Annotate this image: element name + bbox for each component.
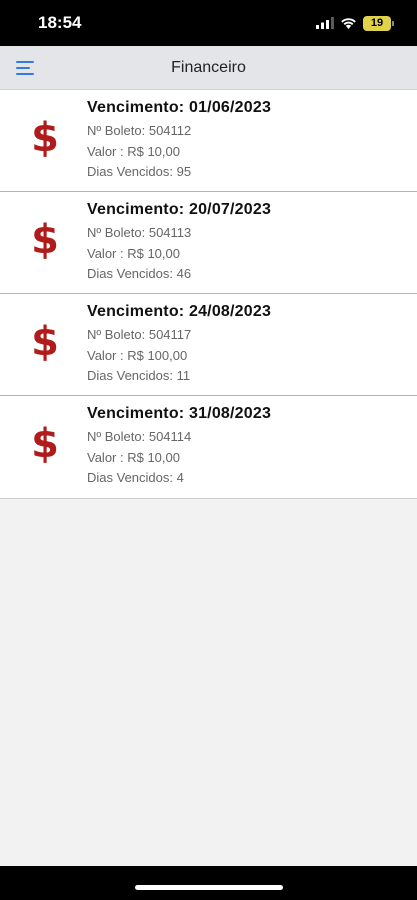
page-title: Financeiro	[171, 59, 246, 76]
due-date: Vencimento: 24/08/2023	[87, 303, 272, 320]
home-indicator[interactable]	[135, 885, 283, 890]
dollar-sign-icon: $	[31, 421, 59, 467]
days-overdue: Dias Vencidos: 46	[87, 266, 192, 281]
home-indicator-area	[0, 866, 417, 900]
status-icons: 19	[316, 15, 394, 31]
due-date: Vencimento: 31/08/2023	[87, 405, 272, 422]
wifi-icon	[341, 18, 356, 29]
dollar-sign-icon: $	[31, 319, 59, 365]
boleto-value: Valor : R$ 10,00	[87, 144, 180, 159]
status-bar: 18:54 19	[0, 0, 417, 46]
days-overdue: Dias Vencidos: 11	[87, 368, 191, 383]
due-date: Vencimento: 01/06/2023	[87, 99, 272, 116]
boleto-value: Valor : R$ 10,00	[87, 450, 180, 465]
boleto-list-item[interactable]: $ Vencimento: 01/06/2023 Nº Boleto: 5041…	[0, 90, 417, 192]
boleto-list-item[interactable]: $ Vencimento: 31/08/2023 Nº Boleto: 5041…	[0, 396, 417, 499]
boleto-number: Nº Boleto: 504113	[87, 225, 192, 240]
boleto-list-item[interactable]: $ Vencimento: 24/08/2023 Nº Boleto: 5041…	[0, 294, 417, 396]
due-date: Vencimento: 20/07/2023	[87, 201, 272, 218]
boleto-value: Valor : R$ 100,00	[87, 348, 188, 363]
dollar-sign-icon: $	[31, 217, 59, 263]
navigation-bar: Financeiro	[0, 46, 417, 90]
days-overdue: Dias Vencidos: 95	[87, 164, 192, 179]
boleto-number: Nº Boleto: 504114	[87, 429, 192, 444]
dollar-sign-icon: $	[31, 115, 59, 161]
status-time: 18:54	[38, 13, 82, 32]
cellular-signal-icon	[316, 17, 334, 29]
boleto-value: Valor : R$ 10,00	[87, 246, 180, 261]
boleto-list-item[interactable]: $ Vencimento: 20/07/2023 Nº Boleto: 5041…	[0, 192, 417, 294]
battery-icon: 19	[363, 15, 394, 31]
days-overdue: Dias Vencidos: 4	[87, 470, 184, 485]
boleto-number: Nº Boleto: 504117	[87, 327, 192, 342]
boleto-number: Nº Boleto: 504112	[87, 123, 192, 138]
boleto-list: $ Vencimento: 01/06/2023 Nº Boleto: 5041…	[0, 90, 417, 499]
